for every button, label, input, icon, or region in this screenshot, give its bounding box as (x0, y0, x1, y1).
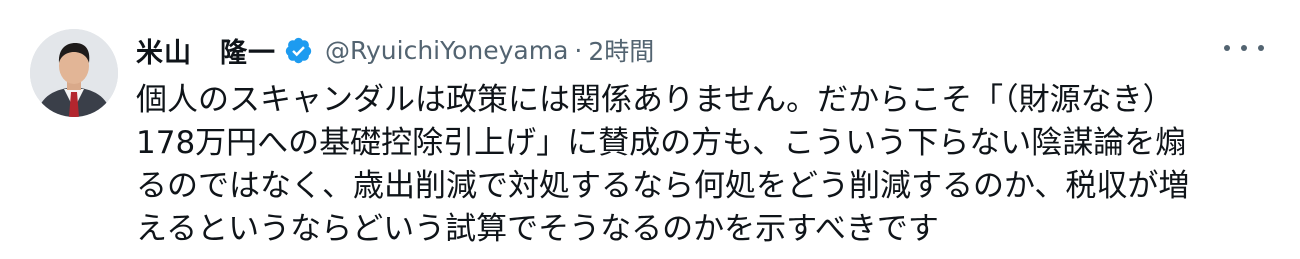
more-options-icon[interactable] (1224, 36, 1264, 60)
tweet[interactable]: 米山 隆一 @RyuichiYoneyama · 2時間 個人のスキャンダルは政… (0, 0, 1300, 259)
more-dot (1258, 45, 1264, 51)
author-name[interactable]: 米山 隆一 (136, 31, 276, 70)
author-handle[interactable]: @RyuichiYoneyama (325, 36, 568, 65)
tweet-text-line: るのではなく、歳出削減で対処するなら何処をどう削減するのか、税収が増 (136, 168, 1190, 204)
avatar[interactable] (30, 29, 118, 117)
tweet-text-line: 178万円への基礎控除引上げ」に賛成の方も、こういう下らない陰謀論を煽 (136, 125, 1187, 161)
tweet-timestamp[interactable]: 2時間 (588, 32, 654, 68)
more-dot (1224, 45, 1230, 51)
tweet-text-line: 個人のスキャンダルは政策には関係ありません。だからこそ「（財源なき） (136, 82, 1174, 118)
tweet-text: 個人のスキャンダルは政策には関係ありません。だからこそ「（財源なき） 178万円… (136, 79, 1261, 251)
more-dot (1241, 45, 1247, 51)
verified-badge-icon (284, 36, 313, 65)
tweet-text-line: えるというならどいう試算でそうなるのかを示すべきです (136, 211, 939, 247)
tweet-header: 米山 隆一 @RyuichiYoneyama · 2時間 (136, 30, 654, 70)
separator-dot: · (574, 35, 583, 65)
